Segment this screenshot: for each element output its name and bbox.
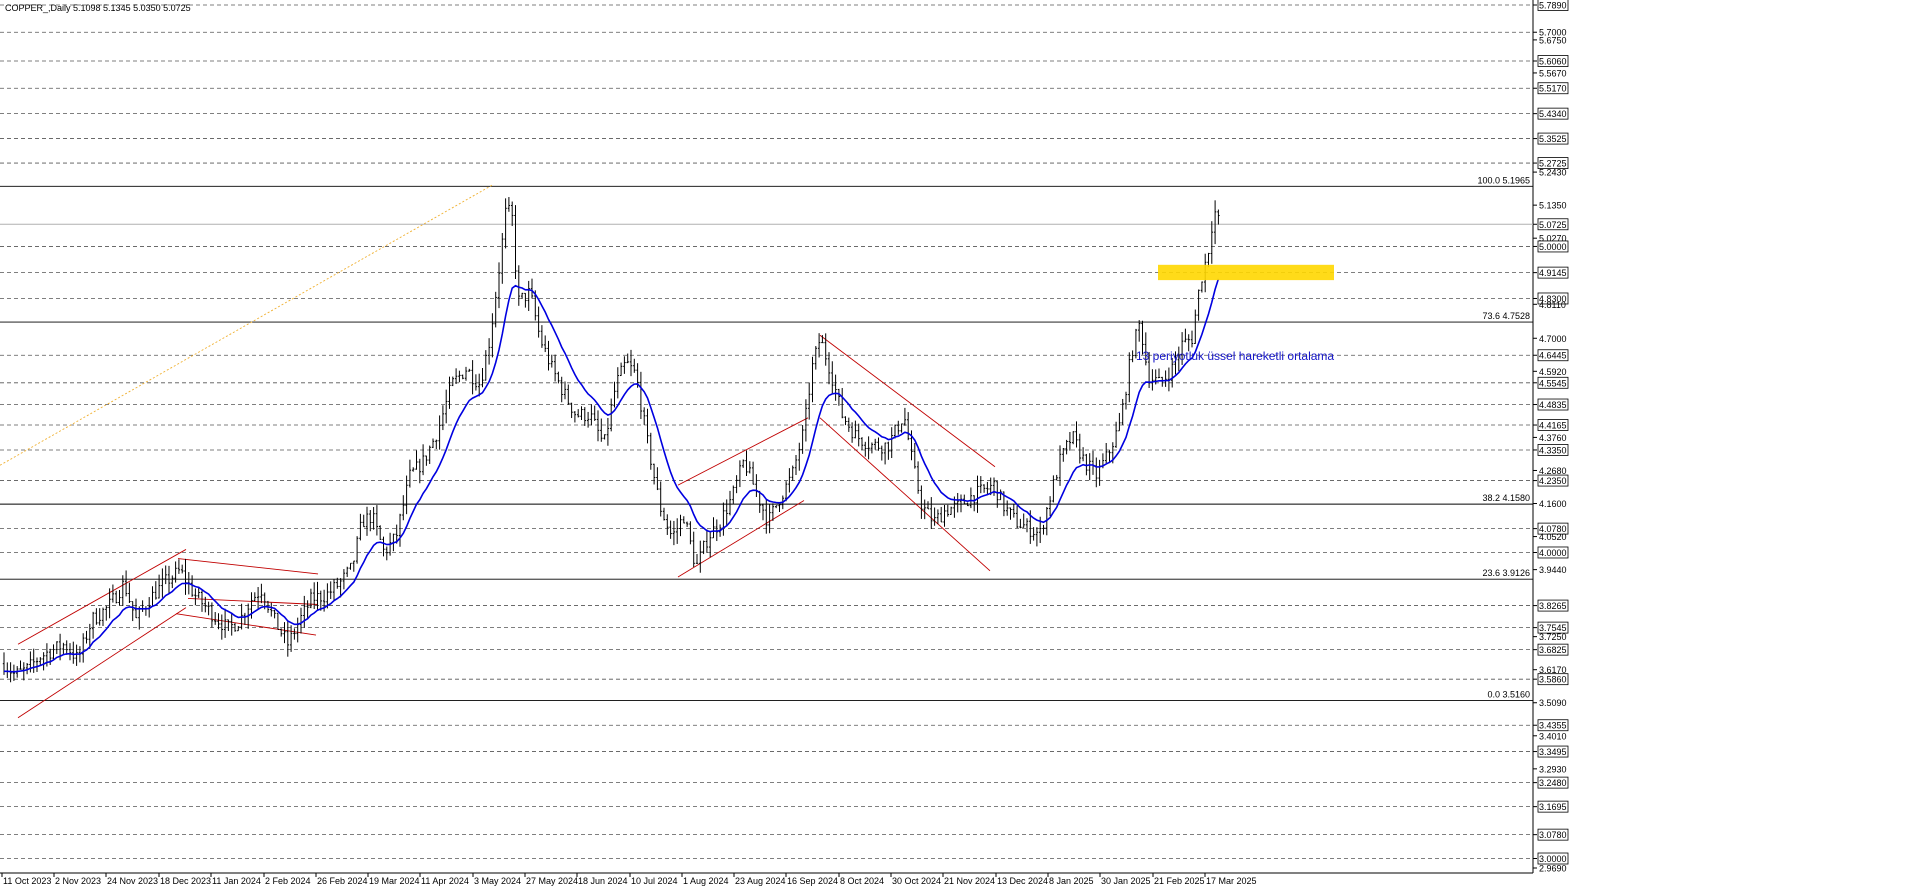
resistance-zone [1158, 264, 1334, 281]
x-tick-label: 2 Feb 2024 [265, 876, 311, 886]
y-tick-label: 3.4010 [1539, 731, 1567, 741]
y-tick-label: 3.4355 [1539, 721, 1567, 731]
y-tick-label: 5.5670 [1539, 68, 1567, 78]
y-tick-label: 5.0000 [1539, 242, 1567, 252]
x-tick-label: 8 Jan 2025 [1049, 876, 1094, 886]
price-chart[interactable]: 100.0 5.1965 73.6 4.7528 38.2 4.1580 23.6 3… [0, 0, 1916, 888]
y-tick-label: 5.4340 [1539, 109, 1567, 119]
x-tick-label: 2 Nov 2023 [55, 876, 101, 886]
y-tick-label: 4.9145 [1539, 268, 1567, 278]
fib-label: 23.6 3.9126 [1482, 568, 1530, 578]
y-tick-label: 4.0000 [1539, 548, 1567, 558]
x-tick-label: 30 Jan 2025 [1101, 876, 1151, 886]
x-tick-label: 17 Mar 2025 [1206, 876, 1257, 886]
y-tick-label: 3.0780 [1539, 830, 1567, 840]
x-tick-label: 1 Aug 2024 [683, 876, 729, 886]
x-tick-label: 11 Jan 2024 [212, 876, 261, 886]
y-tick-label: 4.2350 [1539, 476, 1567, 486]
x-tick-label: 18 Dec 2023 [160, 876, 211, 886]
y-tick-label: 5.7890 [1539, 1, 1567, 11]
y-tick-label: 2.9690 [1539, 864, 1567, 874]
y-tick-label: 4.2680 [1539, 466, 1567, 476]
y-tick-label: 3.1695 [1539, 802, 1567, 812]
y-tick-label: 3.8265 [1539, 601, 1567, 611]
x-tick-label: 19 Mar 2024 [369, 876, 420, 886]
y-tick-label: 3.5860 [1539, 675, 1567, 685]
x-tick-label: 27 May 2024 [526, 876, 578, 886]
y-tick-label: 4.1600 [1539, 499, 1567, 509]
x-tick-label: 8 Oct 2024 [840, 876, 884, 886]
y-tick-label: 4.7000 [1539, 334, 1567, 344]
y-tick-label: 4.3760 [1539, 433, 1567, 443]
y-tick-label: 3.3495 [1539, 747, 1567, 757]
x-tick-label: 21 Feb 2025 [1154, 876, 1205, 886]
y-tick-label: 5.1350 [1539, 201, 1567, 211]
ema-annotation: 13 periyotluk üssel hareketli ortalama [1136, 349, 1334, 363]
x-tick-label: 26 Feb 2024 [317, 876, 368, 886]
y-tick-label: 5.6060 [1539, 57, 1567, 67]
chart-background [0, 0, 1916, 888]
y-tick-label: 4.4835 [1539, 400, 1567, 410]
y-tick-label: 5.5170 [1539, 84, 1567, 94]
y-tick-label: 4.0520 [1539, 532, 1567, 542]
x-tick-label: 10 Jul 2024 [631, 876, 678, 886]
y-tick-label: 4.5545 [1539, 378, 1567, 388]
x-tick-label: 11 Apr 2024 [421, 876, 469, 886]
fib-label: 100.0 5.1965 [1477, 175, 1530, 185]
y-tick-label: 3.5090 [1539, 698, 1567, 708]
x-tick-label: 11 Oct 2023 [3, 876, 51, 886]
y-tick-label: 4.8110 [1539, 300, 1566, 310]
fib-label: 73.6 4.7528 [1482, 311, 1530, 321]
x-tick-label: 30 Oct 2024 [892, 876, 941, 886]
y-tick-label: 4.5920 [1539, 367, 1567, 377]
y-tick-label: 5.2430 [1539, 168, 1567, 178]
y-tick-label: 5.0725 [1539, 220, 1567, 230]
y-tick-label: 4.3350 [1539, 445, 1567, 455]
x-tick-label: 18 Jun 2024 [578, 876, 628, 886]
y-tick-label: 5.6750 [1539, 35, 1567, 45]
x-tick-label: 24 Nov 2023 [107, 876, 158, 886]
x-tick-label: 13 Dec 2024 [997, 876, 1048, 886]
y-tick-label: 5.3525 [1539, 134, 1567, 144]
y-tick-label: 4.4165 [1539, 421, 1567, 431]
y-tick-label: 3.0000 [1539, 854, 1567, 864]
x-tick-label: 23 Aug 2024 [735, 876, 786, 886]
y-tick-label: 4.6445 [1539, 351, 1567, 361]
y-tick-label: 3.9440 [1539, 565, 1567, 575]
chart-title: COPPER_,Daily 5.1098 5.1345 5.0350 5.072… [5, 3, 191, 13]
fib-label: 38.2 4.1580 [1482, 493, 1530, 503]
x-tick-label: 21 Nov 2024 [944, 876, 995, 886]
y-tick-label: 3.6825 [1539, 645, 1567, 655]
x-tick-label: 16 Sep 2024 [787, 876, 838, 886]
y-tick-label: 3.2480 [1539, 778, 1567, 788]
fib-label: 0.0 3.5160 [1487, 690, 1530, 700]
y-tick-label: 3.2930 [1539, 764, 1567, 774]
y-tick-label: 3.7250 [1539, 632, 1567, 642]
x-tick-label: 3 May 2024 [474, 876, 521, 886]
